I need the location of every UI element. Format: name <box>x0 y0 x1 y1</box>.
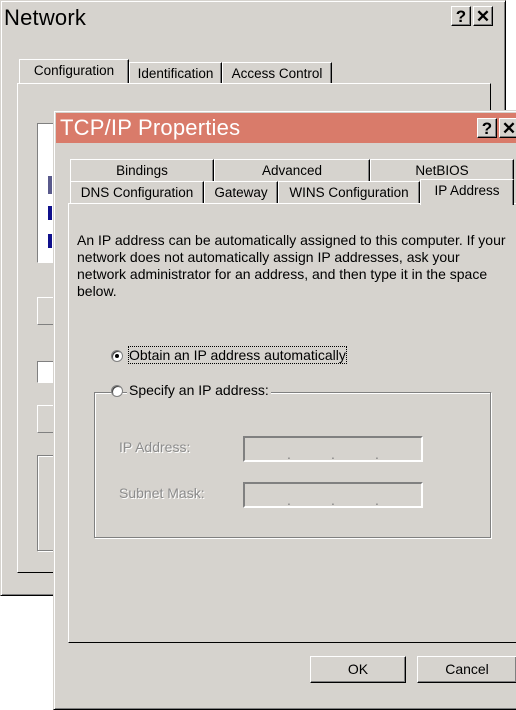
ip-octet-separator: . <box>375 492 379 508</box>
ip-address-label: IP Address: <box>119 439 191 455</box>
help-icon: ? <box>481 119 493 138</box>
list-icon-fragment <box>48 206 52 220</box>
network-help-button[interactable]: ? <box>451 6 471 26</box>
tab-netbios[interactable]: NetBIOS <box>370 159 514 181</box>
specify-ip-label[interactable]: Specify an IP address: <box>127 382 271 398</box>
network-title: Network <box>4 5 87 30</box>
network-titlebar[interactable]: Network ? ✕ <box>1 3 505 31</box>
tab-advanced[interactable]: Advanced <box>214 159 370 181</box>
help-icon: ? <box>455 7 467 26</box>
radio-selected-dot <box>115 354 119 358</box>
ok-button[interactable]: OK <box>310 656 406 683</box>
ip-octet-separator: . <box>331 492 335 508</box>
tab-dns-configuration[interactable]: DNS Configuration <box>70 181 204 203</box>
tab-identification[interactable]: Identification <box>129 62 222 84</box>
tab-wins-configuration[interactable]: WINS Configuration <box>278 181 420 203</box>
tab-gateway[interactable]: Gateway <box>204 181 278 203</box>
close-icon: ✕ <box>501 119 516 138</box>
ip-address-tab-panel: An IP address can be automatically assig… <box>68 203 516 643</box>
close-icon: ✕ <box>475 7 491 26</box>
tcpip-help-button[interactable]: ? <box>477 118 497 138</box>
list-icon-fragment <box>48 234 52 248</box>
list-icon-fragment <box>48 176 52 194</box>
ip-octet-separator: . <box>331 446 335 462</box>
tab-access-control[interactable]: Access Control <box>222 62 332 84</box>
network-close-button[interactable]: ✕ <box>473 6 493 26</box>
subnet-mask-field[interactable]: . . . <box>243 482 423 508</box>
ip-octet-separator: . <box>287 446 291 462</box>
ip-address-description: An IP address can be automatically assig… <box>77 232 506 299</box>
obtain-automatically-radio[interactable] <box>111 350 123 362</box>
tab-ip-address[interactable]: IP Address <box>420 179 514 205</box>
specify-ip-radio[interactable] <box>111 385 123 397</box>
ip-octet-separator: . <box>375 446 379 462</box>
tcpip-title: TCP/IP Properties <box>60 115 241 140</box>
ip-address-field[interactable]: . . . <box>243 436 423 462</box>
tab-bindings[interactable]: Bindings <box>70 159 214 181</box>
cancel-button[interactable]: Cancel <box>417 656 516 683</box>
ip-octet-separator: . <box>287 492 291 508</box>
obtain-automatically-label[interactable]: Obtain an IP address automatically <box>128 346 347 364</box>
tcpip-close-button[interactable]: ✕ <box>499 118 516 138</box>
tcpip-titlebar[interactable]: TCP/IP Properties ? ✕ <box>56 113 516 143</box>
subnet-mask-label: Subnet Mask: <box>119 485 205 501</box>
tcpip-properties-window: TCP/IP Properties ? ✕ Bindings Advanced … <box>53 110 516 710</box>
tab-configuration[interactable]: Configuration <box>19 59 129 84</box>
specify-ip-group <box>94 392 491 538</box>
